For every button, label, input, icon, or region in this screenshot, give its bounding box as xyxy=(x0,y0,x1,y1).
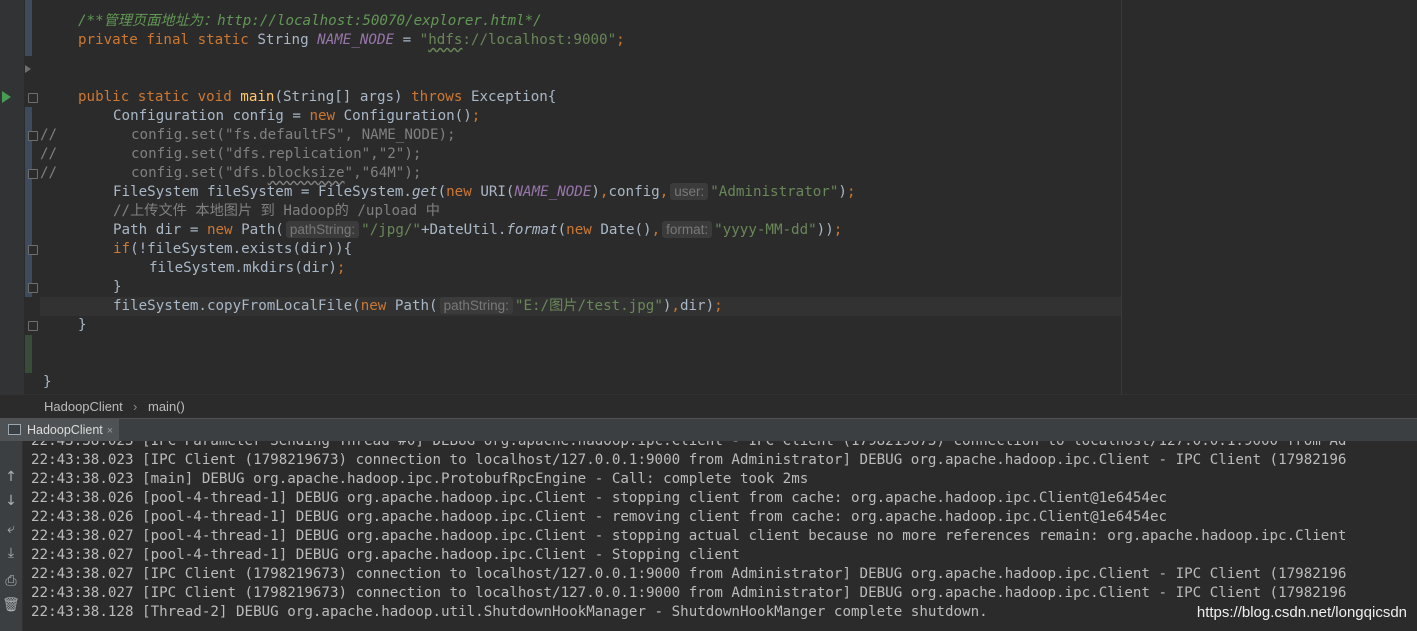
code-line[interactable]: config.set("dfs.blocksize","64M"); xyxy=(131,164,421,183)
log-line: 22:43:38.027 [pool-4-thread-1] DEBUG org… xyxy=(31,528,1347,544)
log-line: 22:43:38.026 [pool-4-thread-1] DEBUG org… xyxy=(31,490,1168,506)
line-comment-marker: // xyxy=(40,127,58,143)
log-line: 22:43:38.023 [IPC Client (1798219673) co… xyxy=(31,452,1347,468)
code-line[interactable]: fileSystem.copyFromLocalFile(new Path(pa… xyxy=(113,297,723,316)
fold-toggle-icon[interactable] xyxy=(28,321,38,331)
breadcrumb: HadoopClient › main() xyxy=(0,394,1417,419)
code-line[interactable]: } xyxy=(43,373,52,392)
fold-toggle-icon[interactable] xyxy=(28,93,38,103)
right-margin-guide xyxy=(1121,0,1122,394)
vcs-change-marker[interactable] xyxy=(25,335,32,373)
log-line: 22:43:38.026 [pool-4-thread-1] DEBUG org… xyxy=(31,509,1168,525)
breadcrumb-separator: › xyxy=(133,399,138,414)
vcs-change-marker[interactable] xyxy=(25,0,32,56)
code-line[interactable]: /**管理页面地址为：http://localhost:50070/explor… xyxy=(78,12,542,31)
log-line: 22:43:38.128 [Thread-2] DEBUG org.apache… xyxy=(31,604,988,620)
code-line[interactable]: fileSystem.mkdirs(dir); xyxy=(149,259,345,278)
run-tab[interactable]: HadoopClient × xyxy=(0,419,120,441)
console-output[interactable]: 22:43:38.023 [IPC Parameter Sending Thre… xyxy=(23,441,1417,631)
code-line[interactable]: FileSystem fileSystem = FileSystem.get(n… xyxy=(113,183,855,202)
code-line[interactable]: Path dir = new Path(pathString: "/jpg/"+D… xyxy=(113,221,842,240)
trash-icon[interactable]: 🗑 xyxy=(0,597,22,613)
close-icon[interactable]: × xyxy=(107,425,113,437)
code-line[interactable]: config.set("fs.defaultFS", NAME_NODE); xyxy=(131,126,456,145)
soft-wrap-icon[interactable]: ⤶ xyxy=(0,521,22,537)
log-line: 22:43:38.027 [IPC Client (1798219673) co… xyxy=(31,566,1347,582)
collapse-arrow-icon[interactable] xyxy=(25,65,31,73)
log-line: 22:43:38.027 [IPC Client (1798219673) co… xyxy=(31,585,1347,601)
code-line[interactable]: //上传文件 本地图片 到 Hadoop的 /upload 中 xyxy=(113,202,440,221)
fold-toggle-icon[interactable] xyxy=(28,245,38,255)
run-tool-window: HadoopClient × ↑ ↓ ⤶ ⤓ ⎙ 🗑 22:43:38.023 [IPC P… xyxy=(0,418,1417,631)
log-line: 22:43:38.027 [pool-4-thread-1] DEBUG org… xyxy=(31,547,740,563)
line-comment-marker: // xyxy=(40,165,58,181)
log-line: 22:43:38.023 [main] DEBUG org.apache.had… xyxy=(31,471,809,487)
arrow-up-icon[interactable]: ↑ xyxy=(0,469,22,485)
editor-gutter[interactable] xyxy=(0,0,24,394)
line-comment-marker: // xyxy=(40,146,58,162)
fold-toggle-icon[interactable] xyxy=(28,283,38,293)
scroll-to-end-icon[interactable]: ⤓ xyxy=(0,545,22,561)
console-icon xyxy=(8,424,21,435)
run-tab-bar: HadoopClient × xyxy=(0,419,1417,441)
run-gutter-icon[interactable] xyxy=(2,91,11,103)
log-line: 22:43:38.023 [IPC Parameter Sending Thre… xyxy=(31,441,1347,449)
code-line[interactable]: if(!fileSystem.exists(dir)){ xyxy=(113,240,352,259)
fold-toggle-icon[interactable] xyxy=(28,131,38,141)
run-tab-label: HadoopClient xyxy=(27,423,103,437)
breadcrumb-class[interactable]: HadoopClient xyxy=(44,399,123,414)
fold-toggle-icon[interactable] xyxy=(28,169,38,179)
watermark: https://blog.csdn.net/longqicsdn xyxy=(1196,604,1407,621)
arrow-down-icon[interactable]: ↓ xyxy=(0,493,22,509)
code-line[interactable]: } xyxy=(78,316,87,335)
code-editor[interactable]: // // // /**管理页面地址为：http://localhost:500… xyxy=(0,0,1417,394)
print-icon[interactable]: ⎙ xyxy=(0,573,22,589)
breadcrumb-method[interactable]: main() xyxy=(148,399,185,414)
code-line[interactable]: private final static String NAME_NODE = … xyxy=(78,31,625,50)
code-line[interactable]: Configuration config = new Configuration… xyxy=(113,107,480,126)
run-toolbar: ↑ ↓ ⤶ ⤓ ⎙ 🗑 xyxy=(0,441,23,631)
code-line[interactable]: } xyxy=(113,278,122,297)
code-line[interactable]: public static void main(String[] args) t… xyxy=(78,88,556,107)
code-line[interactable]: config.set("dfs.replication","2"); xyxy=(131,145,421,164)
